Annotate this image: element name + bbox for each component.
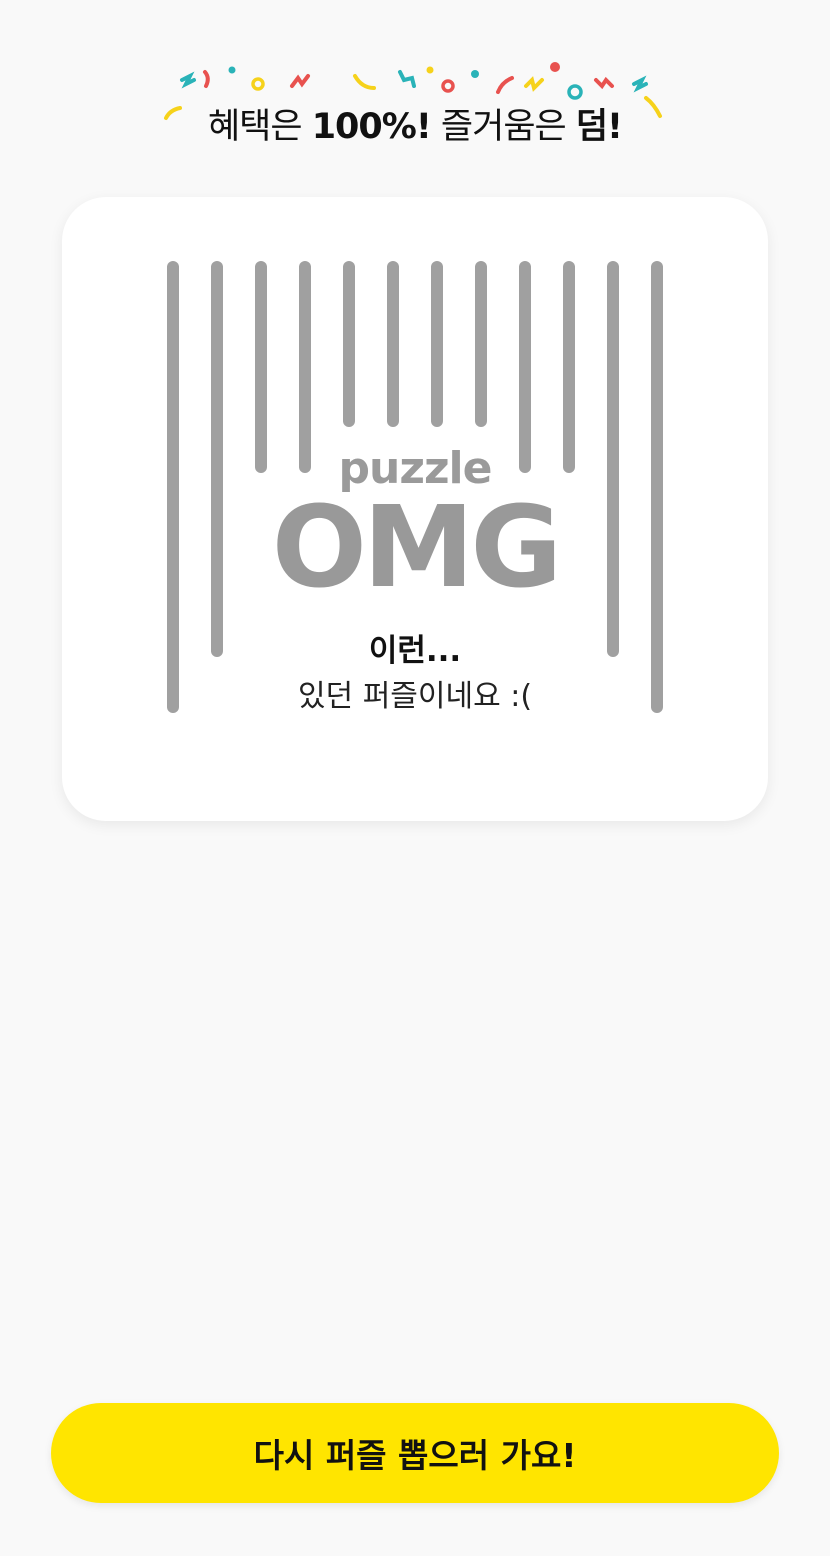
logo-omg-text: OMG xyxy=(271,483,563,613)
headline-text-1: 혜택은 xyxy=(207,107,312,147)
retry-draw-button[interactable]: 다시 퍼즐 뽑으러 가요! xyxy=(51,1403,779,1503)
result-title: 이런... xyxy=(368,633,462,669)
page-headline: 혜택은 100%! 즐거움은 덤! xyxy=(0,98,830,149)
headline-text-2: 즐거움은 xyxy=(430,107,576,147)
puzzle-result-card: puzzle OMG 이런... 있던 퍼즐이네요 :( xyxy=(62,197,768,821)
headline-highlight-2: 덤! xyxy=(575,107,623,147)
result-message: 있던 퍼즐이네요 :( xyxy=(297,679,533,714)
headline-highlight-1: 100%! xyxy=(311,107,432,147)
